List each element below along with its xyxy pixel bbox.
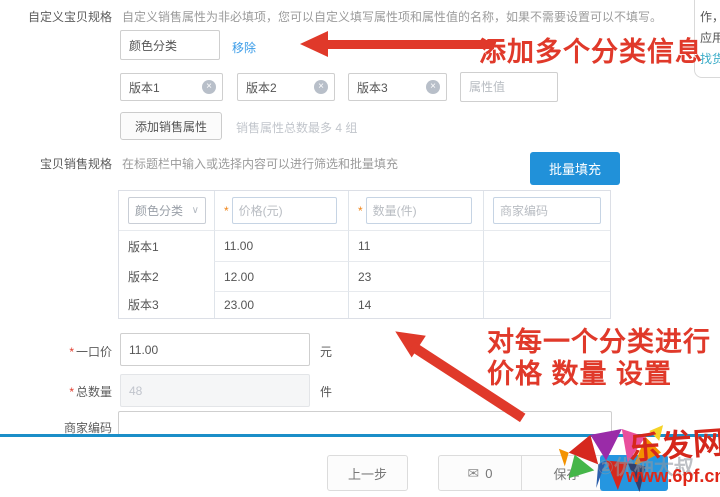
sku-row-name: 版本1 [119,231,214,261]
table-header-code [483,191,610,231]
table-header-price: * [214,191,348,231]
watermark-brand: 乐发网 [628,417,720,469]
product-spec-form-page: 自定义宝贝规格 自定义销售属性为非必填项，您可以自定义填写属性项和属性值的名称，… [0,0,720,497]
new-attribute-value-input[interactable] [460,72,558,102]
required-mark: * [69,345,74,359]
table-header-category: 颜色分类 ∨ [119,191,214,231]
close-icon[interactable]: × [314,80,328,94]
prev-step-button[interactable]: 上一步 [327,455,408,491]
sku-row-qty[interactable]: 23 [348,261,483,291]
qty-label: *总数量 [0,383,112,400]
custom-spec-label: 自定义宝贝规格 [0,8,112,25]
side-panel-link[interactable]: 找货 [700,49,720,70]
draft-count-button[interactable]: ✉ 0 [439,456,521,490]
close-icon[interactable]: × [426,80,440,94]
qty-bulk-input[interactable] [366,197,472,224]
watermark-url: www.6pf.cn [626,466,720,487]
total-qty-input [120,374,310,407]
required-mark: * [358,204,363,218]
required-mark: * [224,204,229,218]
code-bulk-input[interactable] [493,197,601,224]
qty-unit: 件 [320,383,332,400]
sku-row-name: 版本3 [119,291,214,318]
sku-table: 颜色分类 ∨ * * 版本1 11.00 11 版本2 12.00 23 版本3… [118,190,611,319]
tag-value: 版本2 [246,79,277,96]
tag-value: 版本1 [129,79,160,96]
required-mark: * [69,385,74,399]
remove-property-link[interactable]: 移除 [232,39,256,56]
price-input[interactable] [120,333,310,366]
draft-count: 0 [485,466,492,481]
annotation-set-price-line2: 价格 数量 设置 [487,352,672,391]
sku-row-qty[interactable]: 14 [348,291,483,318]
custom-spec-help: 自定义销售属性为非必填项，您可以自定义填写属性项和属性值的名称，如果不需要设置可… [122,8,687,25]
annotation-add-categories: 添加多个分类信息 [479,30,703,69]
sku-row-code[interactable] [483,231,610,261]
tag-input-1[interactable]: 版本1 × [120,73,223,101]
tag-input-3[interactable]: 版本3 × [348,73,447,101]
arrow-shaft [324,40,494,49]
price-unit: 元 [320,343,332,360]
add-sale-attribute-button[interactable]: 添加销售属性 [120,112,222,140]
tag-input-2[interactable]: 版本2 × [237,73,335,101]
sku-row-name: 版本2 [119,261,214,291]
price-label: *一口价 [0,343,112,360]
sale-spec-help: 在标题栏中输入或选择内容可以进行筛选和批量填充 [122,155,398,172]
category-filter-select[interactable]: 颜色分类 ∨ [128,197,206,224]
tag-value: 版本3 [357,79,388,96]
add-attribute-hint: 销售属性总数最多 4 组 [236,119,357,136]
sku-row-price[interactable]: 12.00 [214,261,348,291]
price-bulk-input[interactable] [232,197,337,224]
bulk-fill-button[interactable]: 批量填充 [530,152,620,185]
sale-spec-label: 宝贝销售规格 [0,155,112,172]
chevron-down-icon: ∨ [192,205,199,216]
close-icon[interactable]: × [202,80,216,94]
table-header-qty: * [348,191,483,231]
property-name-input[interactable] [120,30,220,60]
sku-row-price[interactable]: 11.00 [214,231,348,261]
category-select-value: 颜色分类 [135,202,183,219]
sku-row-code[interactable] [483,291,610,318]
side-panel-text: 应用 [700,28,720,49]
sku-row-code[interactable] [483,261,610,291]
envelope-icon: ✉ [468,465,480,482]
side-panel-text: 作， [700,7,720,28]
sku-row-qty[interactable]: 11 [348,231,483,261]
sku-row-price[interactable]: 23.00 [214,291,348,318]
